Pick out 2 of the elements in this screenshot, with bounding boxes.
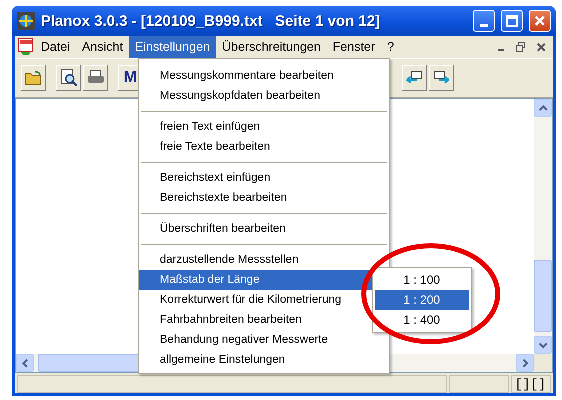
status-text: [][] [514, 376, 546, 392]
window-title: Planox 3.0.3 - [120109_B999.txt Seite 1 von 12] [41, 12, 382, 30]
